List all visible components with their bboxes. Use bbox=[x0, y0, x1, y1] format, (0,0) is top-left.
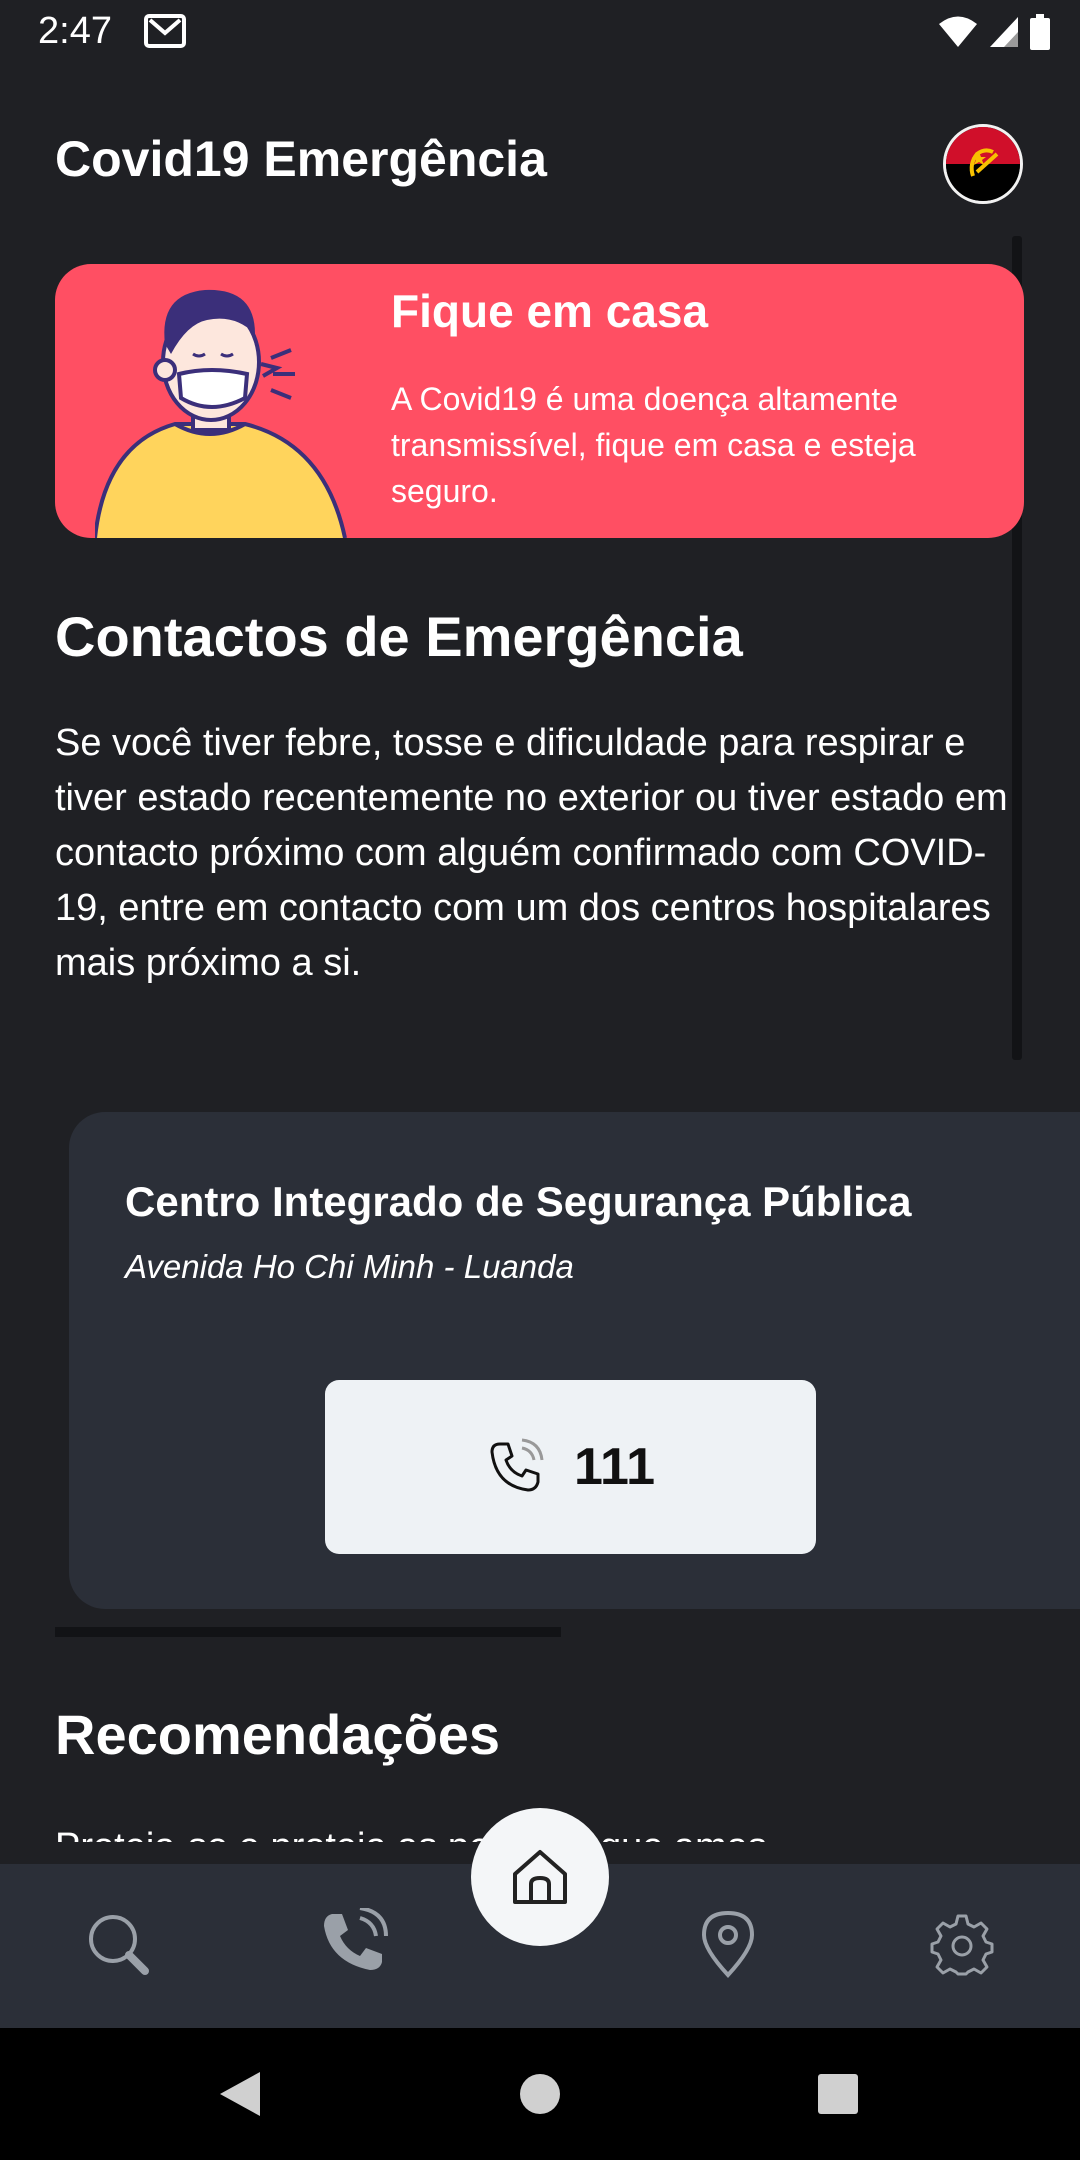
contacts-section-title: Contactos de Emergência bbox=[55, 605, 743, 668]
cell-signal-icon bbox=[990, 17, 1018, 47]
country-selector-button[interactable] bbox=[943, 124, 1023, 204]
cards-scrollbar[interactable] bbox=[55, 1627, 561, 1637]
nav-contacts-button[interactable] bbox=[312, 1904, 392, 1984]
nav-home-button[interactable] bbox=[471, 1808, 609, 1946]
nav-search-button[interactable] bbox=[78, 1904, 158, 1984]
home-system-button[interactable] bbox=[512, 2066, 568, 2122]
home-circle-icon bbox=[520, 2074, 560, 2114]
contact-card[interactable]: Centro Integrado de Segurança Pública Av… bbox=[69, 1112, 1080, 1609]
status-time: 2:47 bbox=[38, 10, 112, 52]
recents-square-icon bbox=[818, 2074, 858, 2114]
phone-call-icon bbox=[324, 1908, 388, 1970]
masked-person-illustration bbox=[95, 289, 347, 538]
app-title: Covid19 Emergência bbox=[55, 131, 547, 187]
map-pin-icon bbox=[701, 1910, 755, 1978]
nav-settings-button[interactable] bbox=[922, 1904, 1002, 1984]
settings-icon bbox=[930, 1914, 994, 1976]
home-icon bbox=[513, 1850, 567, 1904]
nav-map-button[interactable] bbox=[688, 1904, 768, 1984]
wifi-icon bbox=[939, 16, 977, 47]
recents-button[interactable] bbox=[810, 2066, 866, 2122]
gmail-notification-icon bbox=[144, 14, 186, 48]
call-button[interactable]: 111 bbox=[325, 1380, 816, 1554]
status-icons bbox=[938, 12, 1050, 52]
battery-icon bbox=[1030, 14, 1050, 50]
back-triangle-icon bbox=[220, 2072, 260, 2116]
back-button[interactable] bbox=[212, 2066, 268, 2122]
android-navigation-bar bbox=[0, 2028, 1080, 2160]
stay-home-banner: Fique em casa A Covid19 é uma doença alt… bbox=[55, 264, 1024, 538]
status-bar: 2:47 bbox=[0, 0, 1080, 66]
contact-name: Centro Integrado de Segurança Pública bbox=[125, 1178, 912, 1225]
banner-title: Fique em casa bbox=[391, 285, 709, 337]
contacts-intro-text: Se você tiver febre, tosse e dificuldade… bbox=[55, 722, 1008, 984]
contact-address: Avenida Ho Chi Minh - Luanda bbox=[125, 1248, 574, 1285]
call-number: 111 bbox=[573, 1438, 656, 1496]
recommendations-section-title: Recomendações bbox=[55, 1703, 501, 1766]
angola-flag-icon bbox=[946, 127, 1020, 201]
banner-text: A Covid19 é uma doença altamente transmi… bbox=[391, 381, 916, 509]
phone-call-icon bbox=[490, 1438, 544, 1492]
search-icon bbox=[89, 1915, 149, 1975]
